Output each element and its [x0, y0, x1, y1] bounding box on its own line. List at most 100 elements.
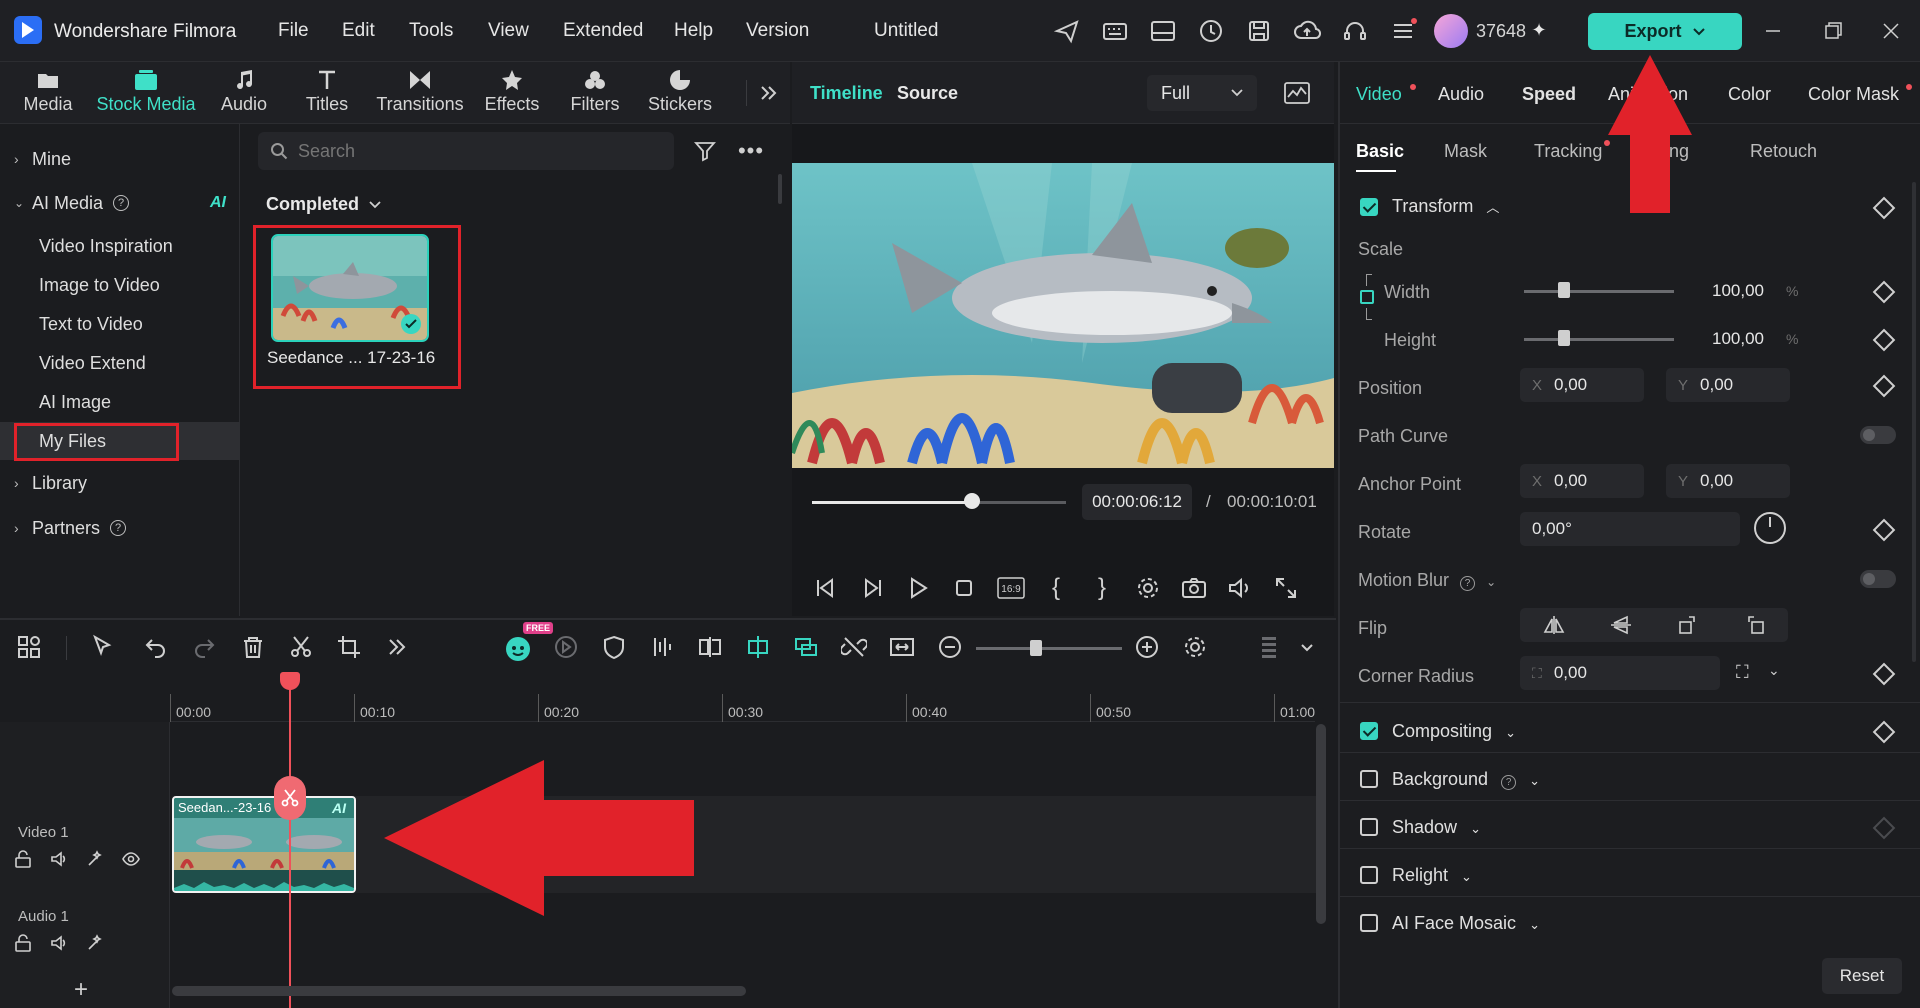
mark-in-icon[interactable]: {: [1042, 574, 1070, 602]
menu-extended[interactable]: Extended: [563, 20, 643, 42]
keyboard-icon[interactable]: [1100, 16, 1130, 46]
unlink-icon[interactable]: [841, 634, 869, 662]
sidebar-item-ai-image[interactable]: AI Image: [0, 383, 240, 421]
scopes-icon[interactable]: [1282, 78, 1312, 108]
ai-face-mosaic-checkbox[interactable]: [1360, 914, 1378, 932]
current-time-field[interactable]: 00:00:06:12: [1082, 484, 1192, 520]
next-frame-icon[interactable]: [858, 574, 886, 602]
vertical-scrollbar[interactable]: [1316, 724, 1326, 924]
menu-help[interactable]: Help: [674, 20, 713, 42]
tab-media[interactable]: Media: [18, 66, 78, 120]
tab-audio[interactable]: Audio: [1438, 84, 1484, 105]
position-y-field[interactable]: Y 0,00: [1666, 368, 1790, 402]
corner-radius-field[interactable]: ⛶ 0,00: [1520, 656, 1720, 690]
stop-icon[interactable]: [950, 574, 978, 602]
tab-color[interactable]: Color: [1728, 84, 1771, 105]
keyframe-diamond-icon[interactable]: [1872, 662, 1896, 686]
menu-version[interactable]: Version: [746, 20, 809, 42]
zoom-slider-knob[interactable]: [1030, 640, 1042, 656]
split-at-playhead-icon[interactable]: [274, 776, 306, 820]
lock-icon[interactable]: [1360, 290, 1374, 304]
menu-file[interactable]: File: [278, 20, 309, 42]
menu-view[interactable]: View: [488, 20, 529, 42]
tab-stickers[interactable]: Stickers: [646, 66, 714, 120]
redo-icon[interactable]: [191, 634, 219, 662]
audio-beat-icon[interactable]: [649, 634, 677, 662]
keyframe-diamond-icon[interactable]: [1872, 328, 1896, 352]
fit-timeline-icon[interactable]: [889, 634, 917, 662]
subtab-mask[interactable]: Mask: [1444, 141, 1487, 162]
mute-track-icon[interactable]: [50, 850, 68, 868]
tab-video[interactable]: Video: [1356, 84, 1402, 105]
background-checkbox[interactable]: [1360, 770, 1378, 788]
background-header[interactable]: Background ? ⌄: [1392, 769, 1540, 790]
width-slider[interactable]: [1524, 290, 1674, 293]
tab-titles[interactable]: Titles: [296, 66, 358, 120]
shadow-checkbox[interactable]: [1360, 818, 1378, 836]
help-icon[interactable]: ?: [110, 520, 127, 536]
tab-filters[interactable]: Filters: [566, 66, 624, 120]
cloud-upload-icon[interactable]: [1292, 16, 1322, 46]
sidebar-item-text-to-video[interactable]: Text to Video: [0, 305, 240, 343]
flip-horizontal-icon[interactable]: [1543, 615, 1565, 635]
relight-checkbox[interactable]: [1360, 866, 1378, 884]
tab-stock-media[interactable]: Stock Media: [94, 66, 198, 120]
playhead-line[interactable]: [289, 676, 291, 1008]
sidebar-item-partners[interactable]: › Partners ?: [0, 509, 240, 547]
transform-header[interactable]: Transform ︿: [1392, 196, 1499, 217]
anchor-y-field[interactable]: Y 0,00: [1666, 464, 1790, 498]
chevron-down-icon[interactable]: ⌄: [1768, 662, 1780, 679]
search-input[interactable]: [298, 140, 658, 162]
transform-checkbox[interactable]: [1360, 198, 1378, 216]
playback-slider[interactable]: [812, 493, 1066, 509]
zoom-out-icon[interactable]: [937, 634, 965, 662]
timeline-settings-icon[interactable]: [1182, 634, 1210, 662]
tab-transitions[interactable]: Transitions: [376, 66, 464, 120]
layout-icon[interactable]: [1148, 16, 1178, 46]
subtab-retouch[interactable]: Retouch: [1750, 141, 1817, 162]
expand-corners-icon[interactable]: ⛶: [1736, 662, 1749, 683]
zoom-slider[interactable]: [976, 647, 1122, 650]
keyframe-diamond-icon[interactable]: [1872, 518, 1896, 542]
delete-icon[interactable]: [240, 634, 268, 662]
timeline-ruler[interactable]: 00:00 00:10 00:20 00:30 00:40 00:50 01:0…: [170, 676, 1315, 722]
sidebar-item-video-extend[interactable]: Video Extend: [0, 344, 240, 382]
sidebar-item-video-inspiration[interactable]: Video Inspiration: [0, 227, 240, 265]
split-scissors-icon[interactable]: [288, 634, 316, 662]
rotate-counterclockwise-icon[interactable]: [1744, 615, 1766, 635]
lock-track-icon[interactable]: [14, 934, 32, 952]
volume-icon[interactable]: [1226, 574, 1254, 602]
shadow-header[interactable]: Shadow ⌄: [1392, 817, 1481, 838]
help-icon[interactable]: ?: [1460, 576, 1476, 591]
height-value[interactable]: 100,00: [1712, 329, 1764, 349]
slider-knob[interactable]: [964, 493, 981, 509]
grid-layout-icon[interactable]: [16, 634, 44, 662]
rotate-clockwise-icon[interactable]: [1677, 615, 1699, 635]
relight-header[interactable]: Relight ⌄: [1392, 865, 1472, 886]
headset-support-icon[interactable]: [1340, 16, 1370, 46]
horizontal-scrollbar[interactable]: [172, 986, 746, 996]
sidebar-item-library[interactable]: › Library: [0, 464, 240, 502]
crop-icon[interactable]: [336, 634, 364, 662]
fullscreen-icon[interactable]: [1272, 574, 1300, 602]
ai-face-mosaic-header[interactable]: AI Face Mosaic ⌄: [1392, 913, 1540, 934]
rotate-field[interactable]: 0,00°: [1520, 512, 1740, 546]
auto-effect-icon[interactable]: [86, 850, 104, 868]
ai-copilot-icon[interactable]: [504, 634, 532, 662]
scrollbar-thumb[interactable]: [1912, 182, 1916, 662]
chevron-down-icon[interactable]: [1294, 634, 1322, 662]
play-icon[interactable]: [904, 574, 932, 602]
keyframe-diamond-icon[interactable]: [1872, 720, 1896, 744]
filter-icon[interactable]: [692, 138, 718, 164]
help-icon[interactable]: ?: [113, 195, 130, 211]
send-feedback-icon[interactable]: [1052, 16, 1082, 46]
motion-blur-label[interactable]: Motion Blur ? ⌄: [1358, 570, 1496, 591]
compositing-header[interactable]: Compositing ⌄: [1392, 721, 1516, 742]
subtab-basic[interactable]: Basic: [1356, 141, 1404, 162]
tab-effects[interactable]: Effects: [480, 66, 544, 120]
zoom-in-icon[interactable]: [1134, 634, 1162, 662]
mute-track-icon[interactable]: [50, 934, 68, 952]
snapshot-icon[interactable]: [1180, 574, 1208, 602]
zoom-dropdown[interactable]: Full: [1147, 75, 1257, 111]
path-curve-toggle[interactable]: [1860, 426, 1896, 444]
